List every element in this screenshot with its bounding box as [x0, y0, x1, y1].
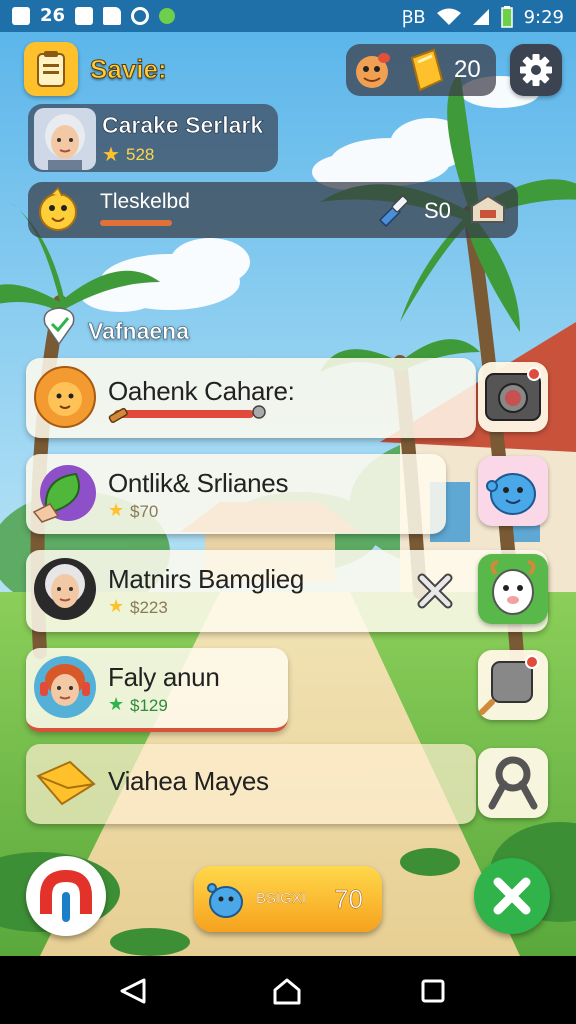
goat-icon: [490, 560, 536, 615]
woman-avatar: [34, 558, 96, 620]
profile-card[interactable]: Carake Serlark ★ 528: [28, 104, 278, 172]
location-pin-icon: [43, 307, 75, 346]
magnet-icon: [40, 869, 92, 922]
frying-pan-icon: [479, 655, 539, 715]
leaf-icon: [32, 465, 96, 523]
recents-icon[interactable]: [420, 978, 446, 1004]
header-title: Savie:: [90, 54, 168, 85]
cell-signal-icon: [472, 9, 489, 25]
profile-name: Carake Serlark: [102, 112, 264, 139]
quest-bar[interactable]: Tleskelbd S0: [28, 182, 518, 238]
menu-button[interactable]: [24, 42, 78, 96]
item-action-button[interactable]: [478, 456, 548, 526]
list-item[interactable]: Viahea Mayes: [26, 744, 476, 824]
item-name: Faly anun: [108, 662, 220, 692]
status-left-text: 26: [40, 5, 66, 26]
item-progress-bar: [114, 410, 254, 418]
camera-icon: [485, 367, 541, 421]
item-action-button[interactable]: [478, 748, 548, 818]
blue-creature-icon: [207, 883, 243, 918]
clock-time: 9:29: [523, 6, 564, 28]
trowel-icon: [378, 195, 409, 228]
navigation-bar: [0, 956, 576, 1024]
item-name: Ontlik& Srlianes: [108, 468, 289, 498]
wrench-icon: [488, 756, 538, 810]
star-icon: ★: [108, 500, 125, 520]
mailbox-icon: [471, 194, 505, 223]
status-bar: 26 ꞴB 9:29: [0, 0, 576, 32]
envelope-icon: [36, 760, 96, 806]
center-reward-button[interactable]: BSIGXI 70: [194, 866, 382, 932]
back-icon[interactable]: [118, 976, 148, 1006]
item-name: Viahea Mayes: [108, 766, 269, 796]
item-name: Oahenk Cahare:: [108, 376, 295, 406]
item-action-button[interactable]: [478, 650, 548, 720]
star-icon: ★: [108, 694, 125, 714]
chick-icon: [39, 186, 77, 231]
blob-creature-icon: [486, 473, 536, 515]
sd-card-icon: [103, 6, 122, 25]
quest-label: Tleskelbd: [100, 190, 190, 213]
section-label: Vafnaena: [88, 318, 190, 345]
item-value: $223: [130, 598, 168, 617]
hammer-icon: [108, 407, 128, 423]
headphone-avatar: [34, 656, 96, 718]
center-value: 70: [334, 884, 363, 915]
profile-avatar: [34, 108, 96, 170]
close-icon: [493, 877, 531, 915]
pet-creature-icon: [356, 53, 390, 88]
notification-icon: [12, 6, 30, 25]
star-icon: ★: [102, 144, 120, 166]
settings-button[interactable]: [510, 44, 562, 96]
gem-card-icon: [410, 48, 444, 92]
wifi-icon: [436, 8, 461, 25]
currency-value: 20: [454, 56, 481, 83]
list-item[interactable]: Oahenk Cahare:: [26, 358, 476, 438]
quest-value: S0: [424, 198, 451, 223]
item-value: $70: [130, 502, 159, 521]
close-button[interactable]: [474, 858, 550, 934]
gear-icon: [520, 54, 552, 86]
center-label: BSIGXI: [256, 890, 307, 907]
list-item[interactable]: Matnirs Bamglieg ★ $223: [26, 550, 548, 632]
remove-x-icon[interactable]: [414, 570, 456, 612]
currency-panel[interactable]: 20: [346, 44, 496, 96]
progress-knob-icon: [252, 405, 266, 419]
lion-icon: [34, 366, 96, 428]
clipboard-icon: [37, 51, 65, 87]
profile-score: 528: [126, 145, 155, 164]
list-item[interactable]: Ontlik& Srlianes ★ $70: [26, 454, 446, 534]
item-action-button[interactable]: [478, 554, 548, 624]
home-icon[interactable]: [272, 976, 302, 1006]
battery-icon: [500, 6, 513, 28]
sync-icon: [131, 6, 150, 25]
green-dot-icon: [159, 7, 176, 24]
star-icon: ★: [108, 596, 125, 616]
item-name: Matnirs Bamglieg: [108, 564, 305, 594]
bluetooth-signal-text: ꞴB: [401, 7, 426, 28]
quest-progress-bar: [100, 220, 172, 226]
list-item[interactable]: Faly anun ★ $129: [26, 648, 288, 732]
magnet-button[interactable]: [26, 856, 106, 936]
item-action-button[interactable]: [478, 362, 548, 432]
image-icon: [75, 6, 94, 25]
item-value: $129: [130, 696, 168, 715]
